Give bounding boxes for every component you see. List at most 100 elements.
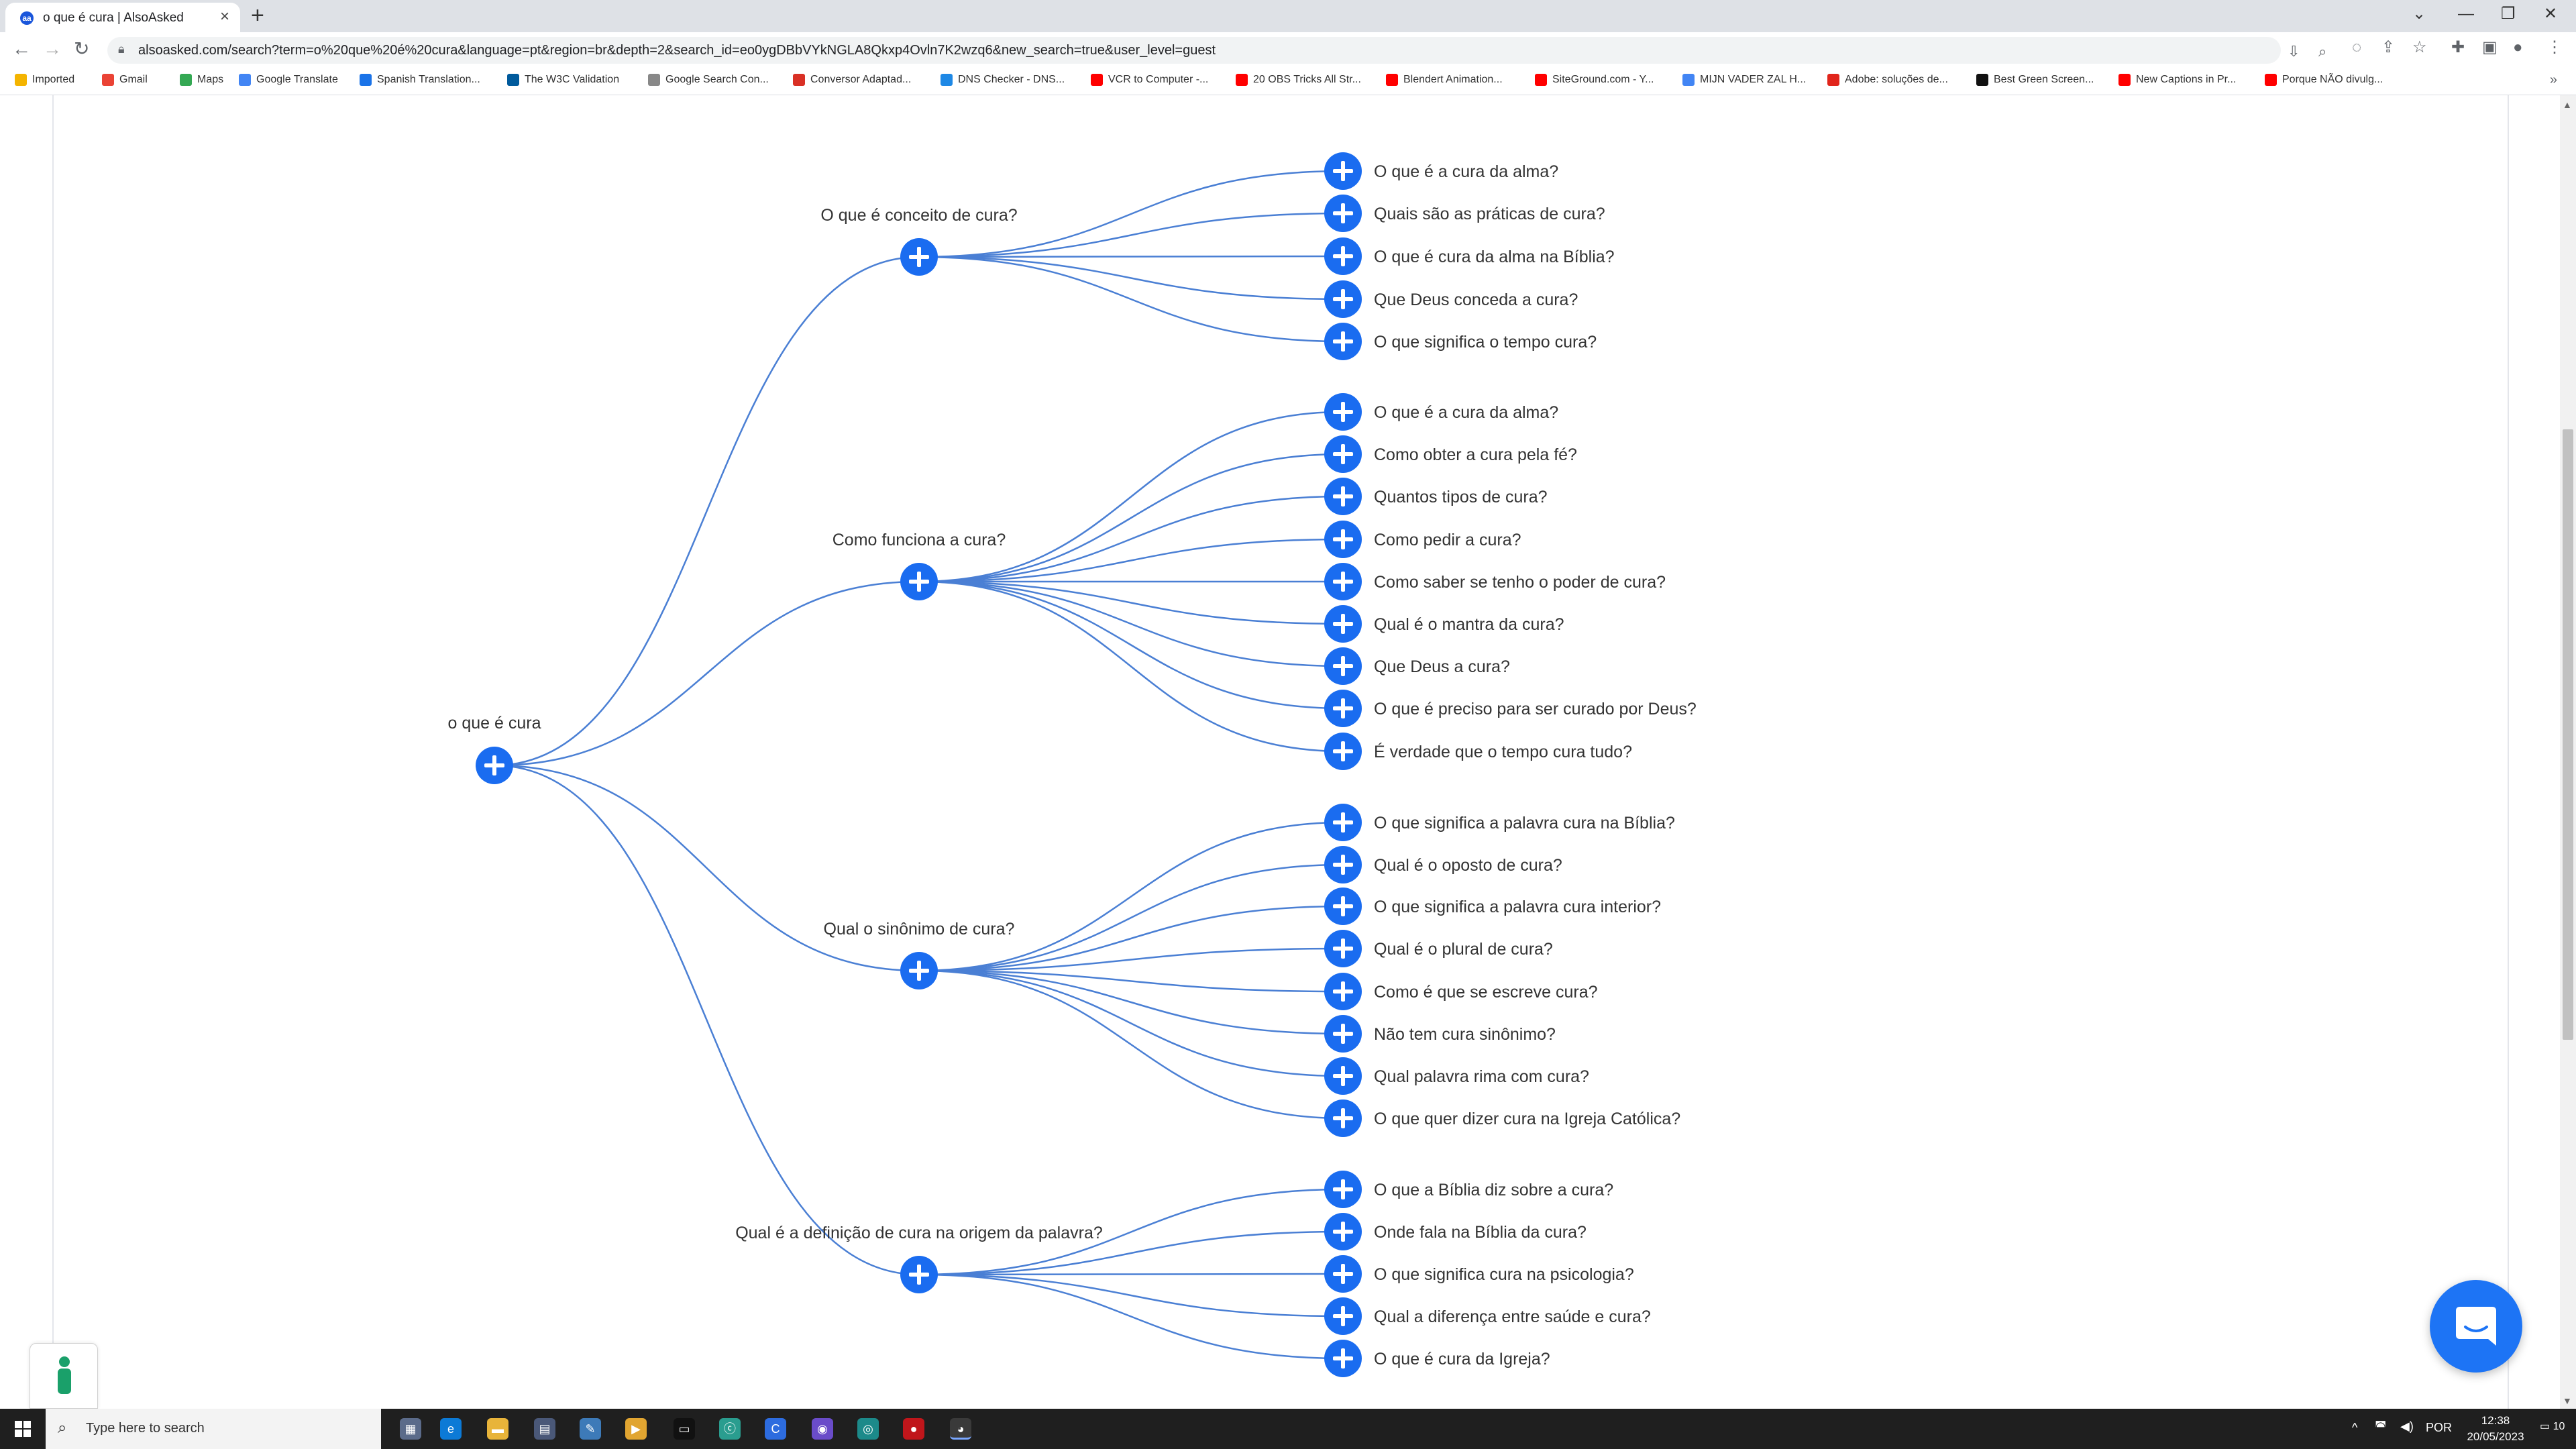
notification-center-button[interactable]: ▭ 10 bbox=[2540, 1419, 2565, 1433]
search-icon: ⌕ bbox=[58, 1419, 67, 1437]
expand-branch-button[interactable] bbox=[900, 238, 938, 276]
tree-link bbox=[918, 969, 1344, 1120]
expand-question-button[interactable] bbox=[1324, 973, 1362, 1010]
branch-question-label: O que é conceito de cura? bbox=[820, 206, 1017, 225]
tree-link bbox=[494, 256, 920, 767]
expand-question-button[interactable] bbox=[1324, 1171, 1362, 1208]
tree-link bbox=[918, 969, 1344, 1035]
expand-question-button[interactable] bbox=[1324, 1213, 1362, 1250]
question-label: Quais são as práticas de cura? bbox=[1374, 205, 1605, 223]
taskbar-clock[interactable]: 12:38 20/05/2023 bbox=[2455, 1413, 2536, 1445]
expand-question-button[interactable] bbox=[1324, 690, 1362, 727]
expand-question-button[interactable] bbox=[1324, 563, 1362, 600]
tree-link bbox=[918, 453, 1344, 583]
expand-question-button[interactable] bbox=[1324, 237, 1362, 275]
notification-count: 10 bbox=[2553, 1421, 2565, 1432]
tree-link bbox=[918, 256, 1344, 343]
taskbar-search-placeholder: Type here to search bbox=[86, 1421, 205, 1436]
tree-link bbox=[494, 764, 920, 1276]
expand-question-button[interactable] bbox=[1324, 1340, 1362, 1377]
expand-question-button[interactable] bbox=[1324, 323, 1362, 360]
expand-branch-button[interactable] bbox=[900, 1256, 938, 1293]
tree-link bbox=[918, 580, 1344, 710]
volume-icon[interactable]: ◀) bbox=[2400, 1419, 2414, 1434]
question-label: O que significa a palavra cura interior? bbox=[1374, 898, 1661, 916]
tree-link bbox=[918, 1273, 1344, 1360]
expand-branch-button[interactable] bbox=[900, 952, 938, 989]
question-label: O que significa o tempo cura? bbox=[1374, 333, 1597, 352]
tree-link bbox=[918, 863, 1344, 972]
question-label: O que quer dizer cura na Igreja Católica… bbox=[1374, 1110, 1680, 1128]
terminal-icon[interactable]: ▭ bbox=[674, 1418, 695, 1440]
question-label: O que significa a palavra cura na Bíblia… bbox=[1374, 814, 1675, 833]
language-indicator[interactable]: POR bbox=[2426, 1421, 2452, 1435]
file-explorer-icon[interactable]: ▬ bbox=[487, 1418, 508, 1440]
expand-question-button[interactable] bbox=[1324, 804, 1362, 841]
expand-question-button[interactable] bbox=[1324, 1297, 1362, 1335]
expand-question-button[interactable] bbox=[1324, 733, 1362, 770]
chat-icon bbox=[2456, 1307, 2496, 1346]
accessibility-widget[interactable] bbox=[30, 1343, 98, 1409]
tree-link bbox=[918, 905, 1344, 972]
clock-date: 20/05/2023 bbox=[2467, 1430, 2524, 1443]
app-c-green-icon[interactable]: ⓒ bbox=[719, 1418, 741, 1440]
expand-question-button[interactable] bbox=[1324, 521, 1362, 558]
expand-question-button[interactable] bbox=[1324, 930, 1362, 967]
expand-question-button[interactable] bbox=[1324, 888, 1362, 925]
accessibility-figure-icon bbox=[58, 1356, 71, 1394]
question-label: O que é cura da alma na Bíblia? bbox=[1374, 248, 1615, 266]
question-label: Qual palavra rima com cura? bbox=[1374, 1067, 1589, 1086]
start-button[interactable] bbox=[15, 1421, 31, 1437]
expand-question-button[interactable] bbox=[1324, 435, 1362, 473]
tree-link bbox=[918, 411, 1344, 583]
notes-app-icon[interactable]: ✎ bbox=[580, 1418, 601, 1440]
tree-link bbox=[494, 764, 920, 972]
expand-question-button[interactable] bbox=[1324, 195, 1362, 232]
expand-question-button[interactable] bbox=[1324, 280, 1362, 318]
branch-question-label: Qual o sinônimo de cura? bbox=[824, 920, 1015, 938]
root-node-button[interactable] bbox=[476, 747, 513, 784]
question-tree: O que é a cura da alma? Quais são as prát… bbox=[448, 152, 1697, 1377]
media-app-icon[interactable]: ▶ bbox=[625, 1418, 647, 1440]
app-red-icon[interactable]: ● bbox=[903, 1418, 924, 1440]
chat-support-button[interactable] bbox=[2430, 1280, 2522, 1373]
question-label: Qual a diferença entre saúde e cura? bbox=[1374, 1307, 1651, 1326]
expand-branch-button[interactable] bbox=[900, 563, 938, 600]
tree-link bbox=[918, 1273, 1344, 1276]
app-c-blue-icon[interactable]: C bbox=[765, 1418, 786, 1440]
calculator-icon[interactable]: ▤ bbox=[534, 1418, 555, 1440]
app-teal-icon[interactable]: ◎ bbox=[857, 1418, 879, 1440]
question-label: Como é que se escreve cura? bbox=[1374, 983, 1598, 1002]
expand-question-button[interactable] bbox=[1324, 1255, 1362, 1293]
tree-link bbox=[918, 255, 1344, 258]
question-label: O que a Bíblia diz sobre a cura? bbox=[1374, 1181, 1613, 1199]
question-label: O que é preciso para ser curado por Deus… bbox=[1374, 700, 1697, 718]
question-label: Como saber se tenho o poder de cura? bbox=[1374, 573, 1666, 592]
expand-question-button[interactable] bbox=[1324, 846, 1362, 883]
windows-taskbar: ⌕ Type here to search ▦ e ▬ ▤ ✎ ▶ ▭ ⓒ C … bbox=[0, 1409, 2576, 1449]
expand-question-button[interactable] bbox=[1324, 1057, 1362, 1095]
expand-question-button[interactable] bbox=[1324, 1015, 1362, 1053]
expand-question-button[interactable] bbox=[1324, 478, 1362, 515]
tray-overflow-icon[interactable]: ^ bbox=[2352, 1421, 2357, 1435]
tree-link bbox=[494, 580, 920, 767]
question-label: O que significa cura na psicologia? bbox=[1374, 1265, 1634, 1284]
chrome-taskbar-icon[interactable]: ◕ bbox=[950, 1418, 971, 1440]
app-purple-icon[interactable]: ◉ bbox=[812, 1418, 833, 1440]
tree-link bbox=[918, 580, 1344, 753]
tree-link bbox=[918, 580, 1344, 667]
branch-question-label: Como funciona a cura? bbox=[833, 531, 1006, 549]
expand-question-button[interactable] bbox=[1324, 1099, 1362, 1137]
edge-browser-icon[interactable]: e bbox=[440, 1418, 462, 1440]
expand-question-button[interactable] bbox=[1324, 605, 1362, 643]
expand-question-button[interactable] bbox=[1324, 647, 1362, 685]
tree-link bbox=[918, 1273, 1344, 1318]
branch-question-label: Qual é a definição de cura na origem da … bbox=[735, 1224, 1103, 1242]
tree-link bbox=[918, 256, 1344, 301]
task-view-icon[interactable]: ▦ bbox=[400, 1418, 421, 1440]
question-label: Que Deus a cura? bbox=[1374, 657, 1510, 676]
expand-question-button[interactable] bbox=[1324, 393, 1362, 431]
expand-question-button[interactable] bbox=[1324, 152, 1362, 190]
network-icon[interactable]: ◚ bbox=[2375, 1419, 2386, 1434]
taskbar-search-box[interactable]: ⌕ Type here to search bbox=[46, 1409, 381, 1449]
